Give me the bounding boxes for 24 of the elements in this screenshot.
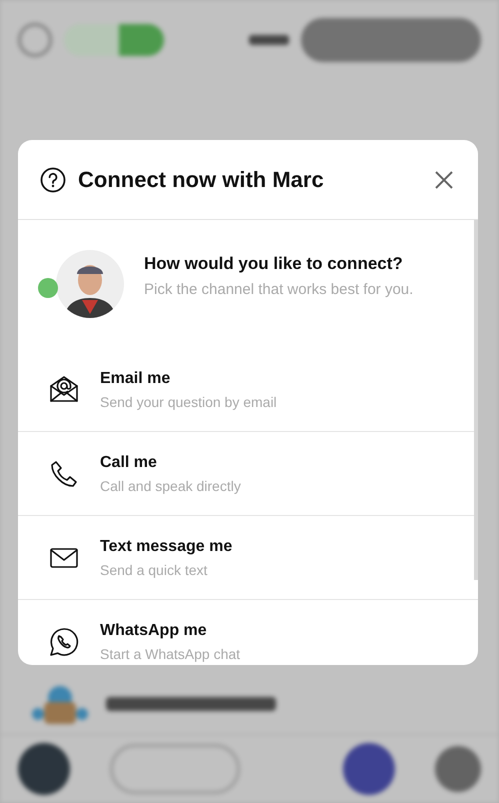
help-link[interactable] <box>249 35 289 45</box>
chat-phone-icon <box>48 626 80 658</box>
channel-option[interactable]: Email me Send your question by email <box>18 348 478 431</box>
channel-option[interactable]: Text message me Send a quick text <box>18 515 478 599</box>
channel-option[interactable]: WhatsApp me Start a WhatsApp chat <box>18 599 478 665</box>
option-subtitle: Start a WhatsApp chat <box>100 646 240 662</box>
intro-title: How would you like to connect? <box>144 254 404 274</box>
dialog-title: Connect now with Marc <box>78 166 325 192</box>
help-icon <box>40 166 66 192</box>
nav-button[interactable] <box>18 743 70 795</box>
option-title: WhatsApp me <box>100 622 208 640</box>
option-title: Call me <box>100 454 158 472</box>
option-subtitle: Send a quick text <box>100 562 208 578</box>
intro-subtitle: Pick the channel that works best for you. <box>144 280 414 300</box>
scrollbar[interactable] <box>474 220 478 580</box>
team-icon <box>30 684 90 724</box>
option-title: Text message me <box>100 538 232 556</box>
option-title: Email me <box>100 370 172 388</box>
option-subtitle: Send your question by email <box>100 394 277 410</box>
account-button[interactable] <box>301 18 481 62</box>
nav-button[interactable] <box>435 746 481 792</box>
channel-option[interactable]: Call me Call and speak directly <box>18 431 478 515</box>
nav-button[interactable] <box>343 743 395 795</box>
option-subtitle: Call and speak directly <box>100 478 241 494</box>
